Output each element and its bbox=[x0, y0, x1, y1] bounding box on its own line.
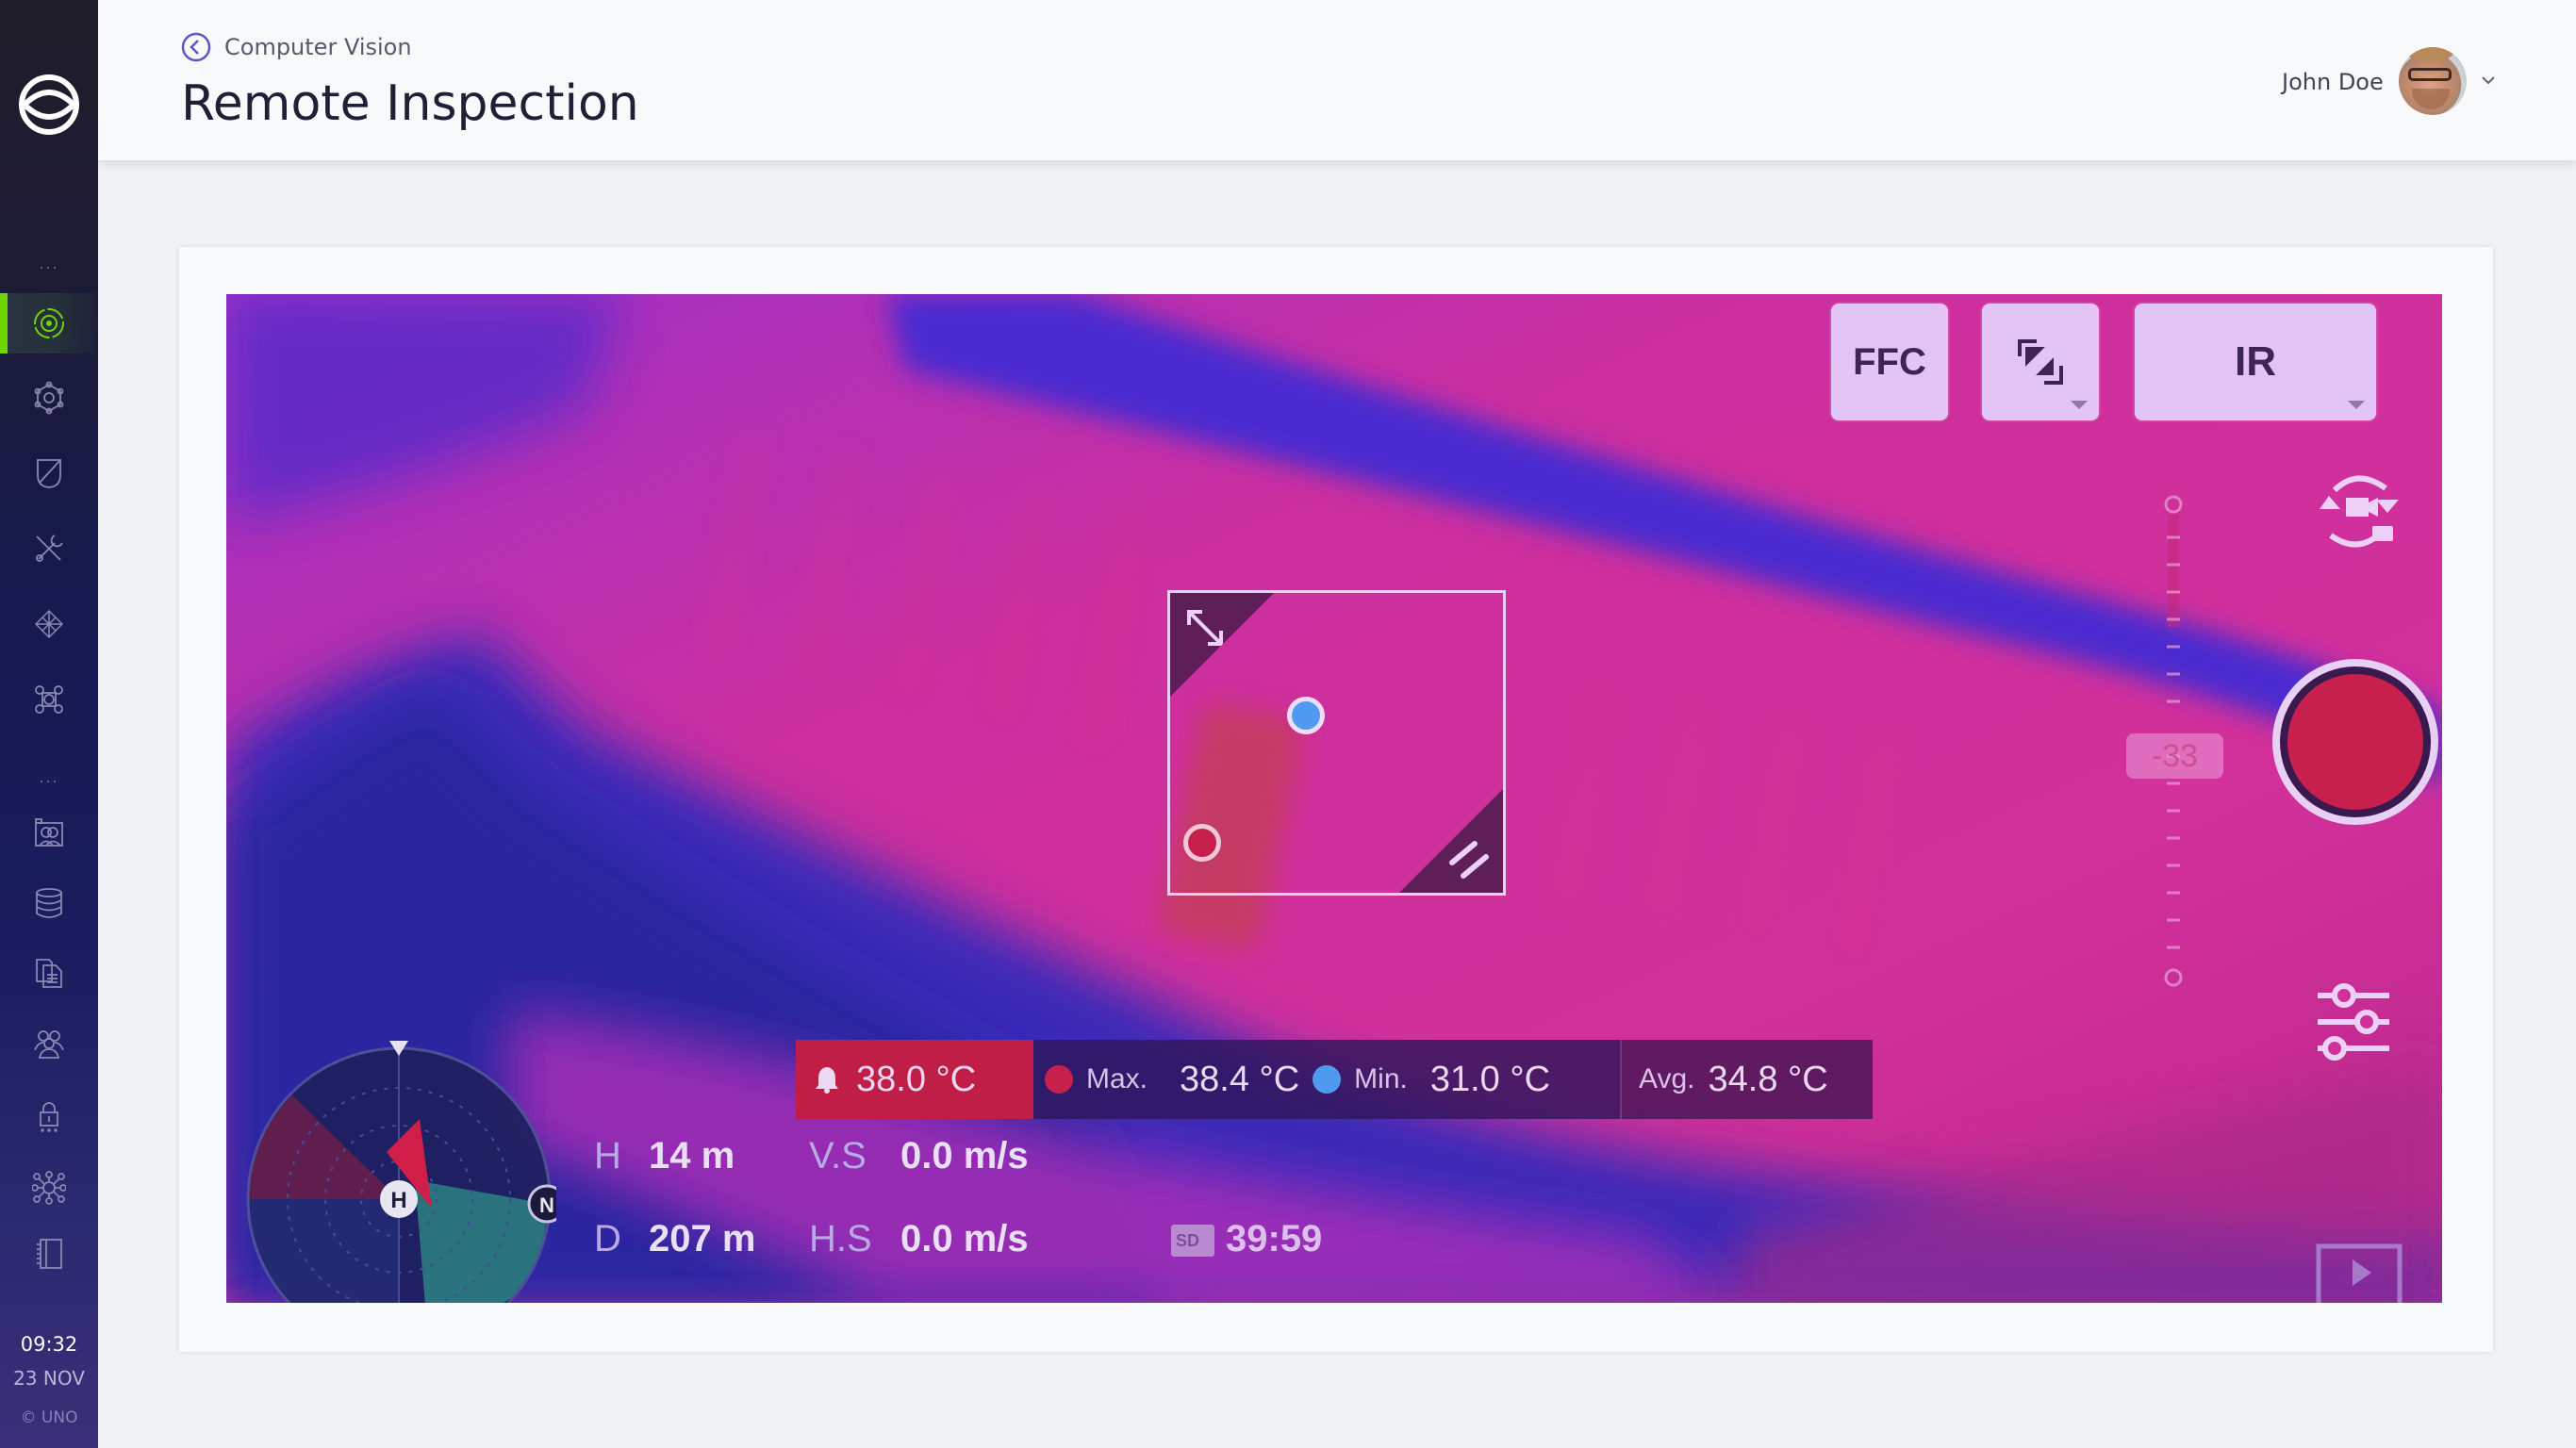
hs-label: H.S bbox=[809, 1218, 872, 1259]
hub-icon bbox=[32, 1171, 66, 1205]
page-header: Computer Vision Remote Inspection John D… bbox=[98, 0, 2576, 160]
gallery-icon bbox=[35, 818, 63, 847]
ffc-button[interactable]: FFC bbox=[1831, 304, 1948, 420]
sliders-icon[interactable] bbox=[2314, 982, 2393, 1061]
hs-value: 0.0 m/s bbox=[900, 1218, 1029, 1259]
record-button[interactable] bbox=[2272, 659, 2438, 825]
max-dot-icon bbox=[1045, 1065, 1073, 1094]
sidebar-item-security[interactable] bbox=[0, 443, 98, 503]
temp-avg: Avg. 34.8 °C bbox=[1620, 1040, 1873, 1119]
min-dot-icon bbox=[1313, 1065, 1342, 1094]
ir-mode-label: IR bbox=[2235, 338, 2276, 385]
camera-switch-icon[interactable] bbox=[2310, 471, 2408, 552]
sd-card-icon: SD bbox=[1171, 1225, 1214, 1257]
bell-icon bbox=[816, 1067, 838, 1094]
resize-arrows-icon bbox=[1187, 610, 1223, 646]
playback-icon[interactable] bbox=[2315, 1242, 2403, 1303]
notebook-icon bbox=[37, 1239, 62, 1269]
compass-radar: H N bbox=[246, 1041, 556, 1303]
tools-icon bbox=[36, 535, 63, 562]
telemetry-panel: H 14 m V.S 0.0 m/s D 207 m H.S 0.0 m/s S… bbox=[594, 1133, 1631, 1284]
thermal-video-feed[interactable]: FFC IR -33 38.0 °C Max. 38.4 °C Min. 31.… bbox=[226, 294, 2442, 1303]
sidebar-item-network-settings[interactable] bbox=[0, 368, 98, 428]
sidebar-item-command[interactable] bbox=[0, 669, 98, 730]
sidebar-item-hub[interactable] bbox=[0, 1158, 98, 1218]
sidebar-item-mesh[interactable] bbox=[0, 594, 98, 654]
network-settings-icon bbox=[34, 381, 64, 415]
chevron-down-icon[interactable] bbox=[2478, 70, 2499, 90]
height-value: 14 m bbox=[649, 1135, 735, 1176]
database-icon bbox=[36, 888, 62, 918]
user-name[interactable]: John Doe bbox=[2282, 66, 2384, 98]
shield-icon bbox=[37, 459, 61, 488]
resize-handle[interactable] bbox=[1170, 593, 1274, 697]
svg-text:H: H bbox=[390, 1188, 406, 1213]
lock-icon bbox=[40, 1102, 58, 1132]
page-title: Remote Inspection bbox=[181, 75, 639, 132]
sidebar-item-tools[interactable] bbox=[0, 518, 98, 579]
max-value: 38.4 °C bbox=[1180, 1059, 1300, 1099]
temp-alarm[interactable]: 38.0 °C bbox=[796, 1040, 1033, 1119]
back-button[interactable] bbox=[181, 32, 211, 62]
vs-label: V.S bbox=[809, 1135, 867, 1176]
min-temp-marker bbox=[1287, 697, 1325, 734]
clock-time: 09:32 bbox=[20, 1333, 78, 1356]
zoom-value: -33 bbox=[2126, 733, 2223, 779]
ir-mode-button[interactable]: IR bbox=[2135, 304, 2376, 420]
alarm-temp-value: 38.0 °C bbox=[856, 1059, 977, 1099]
record-time: 39:59 bbox=[1226, 1218, 1323, 1259]
distance-label: D bbox=[594, 1218, 621, 1259]
min-value: 31.0 °C bbox=[1429, 1059, 1551, 1099]
avg-label: Avg. bbox=[1639, 1063, 1695, 1094]
sidebar-item-users[interactable] bbox=[0, 1014, 98, 1075]
sidebar-item-notebook[interactable] bbox=[0, 1224, 98, 1284]
clock-date: 23 NOV bbox=[13, 1367, 85, 1390]
temperature-bar: 38.0 °C Max. 38.4 °C Min. 31.0 °C Avg. 3… bbox=[796, 1040, 1873, 1119]
drag-lines-icon bbox=[1449, 841, 1489, 879]
avg-value: 34.8 °C bbox=[1708, 1059, 1828, 1099]
group-separator: ... bbox=[39, 768, 59, 786]
dropdown-caret-icon bbox=[2348, 401, 2365, 409]
dropdown-caret-icon bbox=[2071, 401, 2088, 409]
measurement-area-box[interactable] bbox=[1167, 590, 1506, 896]
sidebar-item-documents[interactable] bbox=[0, 943, 98, 1003]
copyright: © UNO bbox=[20, 1408, 78, 1427]
sidebar-item-gallery[interactable] bbox=[0, 803, 98, 864]
group-separator: ... bbox=[39, 255, 59, 272]
distance-value: 207 m bbox=[649, 1218, 756, 1259]
move-handle[interactable] bbox=[1399, 789, 1503, 893]
crop-icon bbox=[2018, 339, 2063, 385]
avatar[interactable] bbox=[2399, 47, 2467, 115]
users-icon bbox=[34, 1030, 64, 1059]
ffc-label: FFC bbox=[1853, 340, 1926, 383]
uno-logo-icon[interactable] bbox=[17, 73, 81, 137]
min-label: Min. bbox=[1354, 1063, 1408, 1094]
max-label: Max. bbox=[1086, 1063, 1148, 1094]
breadcrumb[interactable]: Computer Vision bbox=[224, 32, 412, 62]
sidebar-item-database[interactable] bbox=[0, 873, 98, 933]
temp-stats: Max. 38.4 °C Min. 31.0 °C bbox=[1033, 1040, 1620, 1119]
vs-value: 0.0 m/s bbox=[900, 1135, 1029, 1176]
sidebar-item-lock[interactable] bbox=[0, 1086, 98, 1146]
max-temp-marker bbox=[1183, 824, 1221, 862]
vision-icon bbox=[34, 308, 64, 338]
documents-icon bbox=[36, 959, 62, 988]
command-icon bbox=[35, 685, 63, 714]
sidebar: ... ... 09:32 23 NOV © UNO bbox=[0, 0, 98, 1448]
mesh-icon bbox=[34, 609, 64, 639]
crop-mode-button[interactable] bbox=[1982, 304, 2099, 420]
sidebar-item-vision[interactable] bbox=[0, 293, 98, 354]
height-label: H bbox=[594, 1135, 621, 1176]
svg-text:N: N bbox=[539, 1193, 554, 1217]
